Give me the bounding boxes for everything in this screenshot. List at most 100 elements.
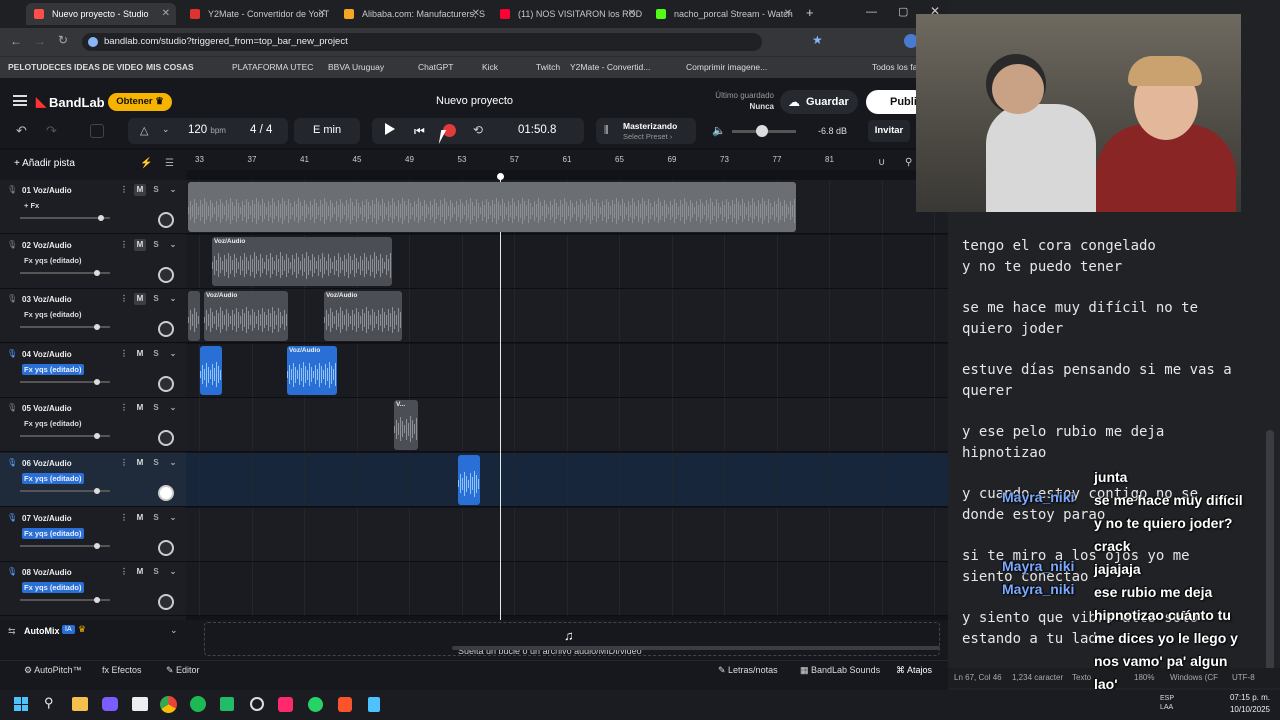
time-signature[interactable]: 4 / 4 [250, 124, 272, 136]
mute-button[interactable]: M [134, 293, 146, 306]
bookmark-item[interactable]: Y2Mate - Convertid... [570, 62, 650, 72]
playhead-handle[interactable] [497, 173, 504, 180]
lyric-paragraph[interactable]: tengo el cora congelado y no te puedo te… [962, 236, 1156, 278]
pan-knob[interactable] [158, 430, 174, 447]
bpm-value[interactable]: 120 bpm [188, 124, 226, 136]
solo-button[interactable]: S [150, 457, 162, 469]
volume-slider-handle[interactable] [93, 378, 100, 385]
volume-slider-handle[interactable] [98, 215, 104, 221]
track-fx-chain[interactable]: Fx yqs (editado) [22, 255, 84, 266]
track-name[interactable]: 07 Voz/Audio [22, 514, 72, 523]
track-name[interactable]: 06 Voz/Audio [22, 459, 72, 468]
chevron-down-icon[interactable]: ⌄ [167, 457, 179, 469]
windows-start-icon[interactable] [14, 697, 28, 711]
wand-icon[interactable]: ⚡ [140, 158, 152, 169]
browser-tab[interactable]: Y2Mate - Convertidor de YouT ✕ [182, 3, 332, 25]
steam-icon[interactable] [250, 697, 264, 711]
track-lane[interactable] [186, 398, 948, 453]
lyric-paragraph[interactable]: estuve días pensando si me vas a querer [962, 360, 1232, 402]
key-value[interactable]: E min [313, 124, 341, 136]
audio-clip[interactable] [188, 182, 796, 232]
volume-slider-handle[interactable] [93, 488, 100, 494]
bandlab-sounds-button[interactable]: ▦ BandLab Sounds [800, 665, 880, 676]
volume-slider[interactable] [20, 433, 110, 440]
brave-icon[interactable] [338, 697, 352, 712]
volume-slider[interactable] [20, 324, 110, 331]
mute-button[interactable]: M [134, 402, 146, 414]
redo-icon[interactable]: ↷ [46, 123, 57, 139]
track-name[interactable]: 04 Voz/Audio [22, 350, 72, 359]
metronome-icon[interactable]: △ [140, 124, 148, 137]
bookmark-item[interactable]: ChatGPT [418, 62, 453, 72]
tools-icon[interactable] [90, 124, 104, 138]
lyrics-button[interactable]: ✎ Letras/notas [718, 665, 778, 676]
playhead[interactable] [500, 175, 501, 660]
tab-close-icon[interactable]: ✕ [472, 3, 480, 25]
browser-tab[interactable]: (11) NOS VISITARON los RODR ✕ [492, 3, 642, 25]
timeline-ruler[interactable]: 33 37 41 45 49 53 57 61 65 69 73 77 81 [186, 150, 948, 170]
track-header[interactable]: 🎙 04 Voz/Audio Fx yqs (editado) ⋮ M S ⌄ [0, 343, 186, 398]
track-header[interactable]: 🎙 06 Voz/Audio Fx yqs (editado) ⋮ M S ⌄ [0, 453, 186, 507]
tiktok-icon[interactable] [278, 697, 293, 712]
volume-slider[interactable] [20, 378, 110, 385]
bookmark-item[interactable]: MIS COSAS [146, 62, 194, 72]
solo-button[interactable]: S [150, 348, 162, 360]
track-name[interactable]: 03 Voz/Audio [22, 295, 72, 304]
track-header[interactable]: 🎙 05 Voz/Audio Fx yqs (editado) ⋮ M S ⌄ [0, 398, 186, 453]
track-options-icon[interactable]: ⋮ [118, 293, 130, 305]
mute-button[interactable]: M [134, 457, 146, 469]
effects-button[interactable]: fx Efectos [102, 665, 142, 675]
track-fx-chain[interactable]: Fx yqs (editado) [22, 473, 84, 484]
editor-scrollbar[interactable] [1266, 430, 1274, 680]
tab-close-icon[interactable]: ✕ [784, 3, 792, 25]
track-options-icon[interactable]: ⋮ [118, 402, 130, 414]
undo-icon[interactable]: ↶ [16, 123, 27, 139]
pan-knob[interactable] [158, 375, 174, 392]
chevron-down-icon[interactable]: ⌄ [170, 625, 178, 636]
volume-slider[interactable] [732, 125, 796, 137]
loop-icon[interactable]: ⟲ [473, 123, 483, 137]
browser-tab[interactable]: Alibaba.com: Manufacturers, S ✕ [336, 3, 486, 25]
automix-label[interactable]: AutoMix [24, 626, 60, 636]
track-fx-chain[interactable]: Fx yqs (editado) [22, 309, 84, 320]
solo-button[interactable]: S [150, 512, 162, 524]
track-fx-chain[interactable]: Fx yqs (editado) [22, 527, 84, 539]
tab-close-icon[interactable]: ✕ [162, 3, 170, 25]
mute-button[interactable]: M [134, 566, 146, 578]
audio-clip[interactable] [188, 291, 200, 341]
chevron-down-icon[interactable]: ⌄ [167, 293, 179, 305]
bookmark-item[interactable]: PLATAFORMA UTEC [232, 62, 313, 72]
volume-slider[interactable] [20, 215, 110, 221]
solo-button[interactable]: S [150, 402, 162, 414]
file-explorer-icon[interactable] [72, 697, 88, 711]
search-icon[interactable]: ⚲ [44, 695, 54, 711]
horizontal-scrollbar[interactable] [452, 646, 940, 650]
audio-clip[interactable]: Voz/Audio [212, 236, 392, 287]
bandlab-logo[interactable]: ◣ BandLab [36, 94, 105, 110]
bookmark-item[interactable]: PELOTUDECES [8, 62, 72, 72]
minimize-icon[interactable]: — [866, 6, 877, 18]
chrome-icon[interactable] [160, 696, 177, 713]
bookmark-item[interactable]: Kick [482, 62, 498, 72]
mute-button[interactable]: M [134, 238, 146, 251]
project-title[interactable]: Nuevo proyecto [436, 95, 513, 107]
editor-button[interactable]: ✎ Editor [166, 665, 200, 676]
solo-button[interactable]: S [150, 566, 162, 578]
track-lane[interactable] [186, 453, 948, 507]
invite-button[interactable]: Invitar [868, 120, 910, 142]
track-fx-chain[interactable]: Fx yqs (editado) [22, 363, 84, 375]
browser-tab[interactable]: nacho_porcal Stream - Watch ✕ [648, 3, 798, 25]
notepad-app-icon[interactable] [368, 697, 380, 712]
autopitch-button[interactable]: ⚙ AutoPitch™ [24, 665, 82, 676]
track-name[interactable]: 01 Voz/Audio [22, 186, 72, 195]
tab-close-icon[interactable]: ✕ [318, 3, 326, 25]
volume-slider[interactable] [20, 269, 110, 276]
track-header[interactable]: 🎙 02 Voz/Audio Fx yqs (editado) ⋮ M S ⌄ [0, 234, 186, 289]
maximize-icon[interactable]: ▢ [898, 5, 908, 18]
audio-clip[interactable]: Voz/Audio [324, 291, 402, 341]
solo-button[interactable]: S [150, 239, 162, 251]
filter-icon[interactable]: ☰ [165, 158, 174, 169]
volume-slider-handle[interactable] [93, 597, 100, 604]
bookmark-item[interactable]: IDEAS DE VIDEO [74, 62, 143, 72]
add-track-button[interactable]: + Añadir pista [14, 158, 75, 169]
